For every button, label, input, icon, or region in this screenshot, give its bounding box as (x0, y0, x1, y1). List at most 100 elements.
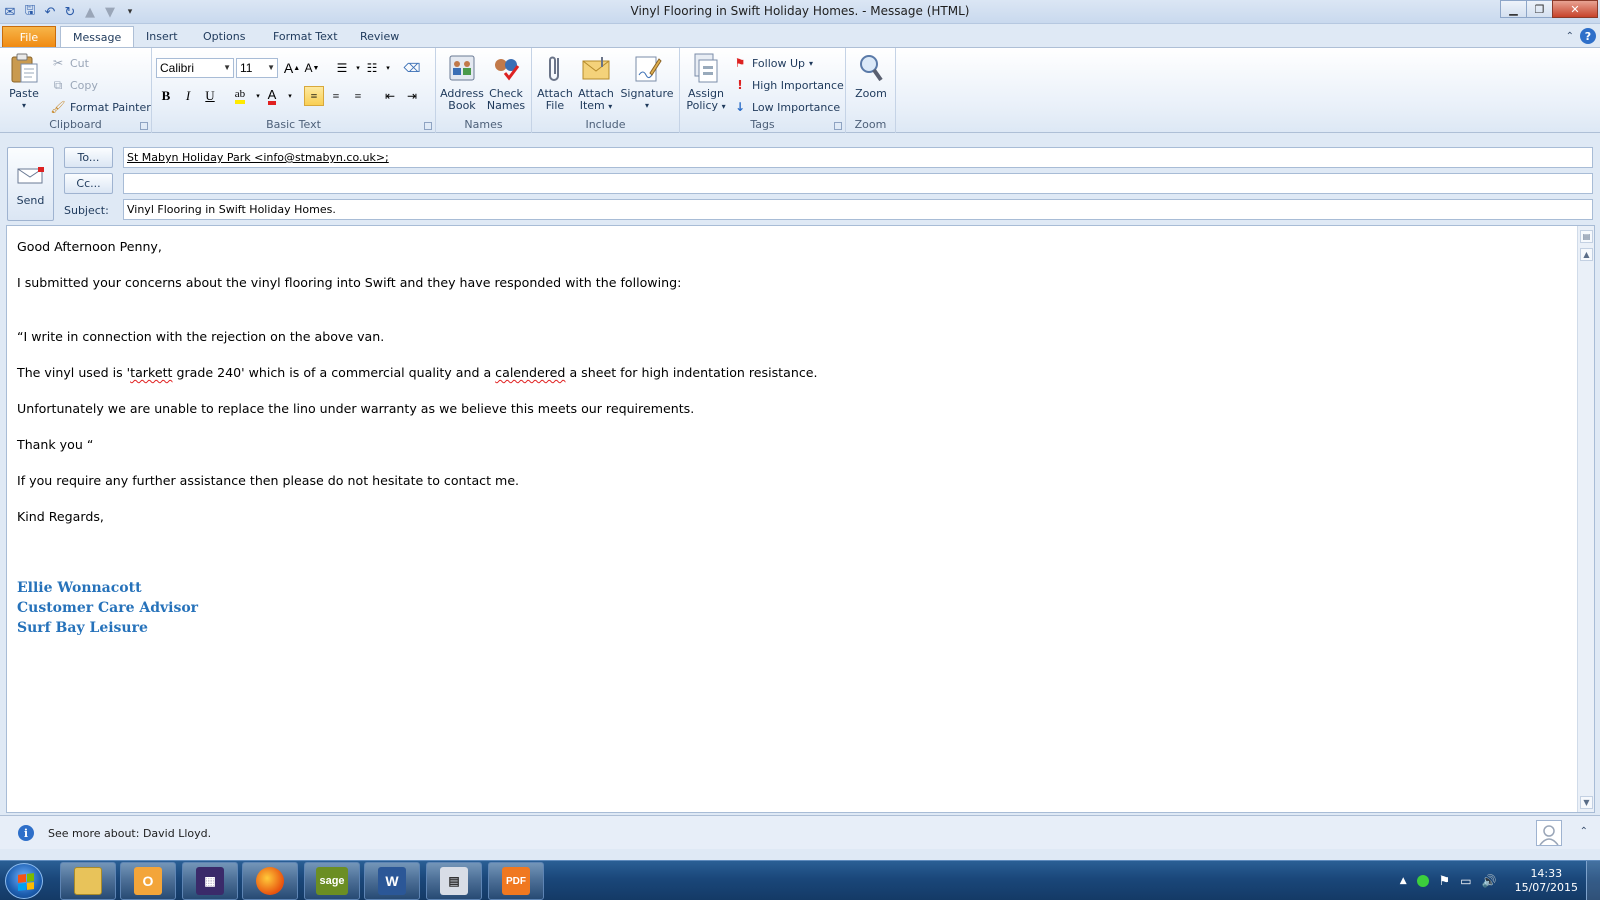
show-desktop-button[interactable] (1586, 861, 1600, 900)
tab-insert[interactable]: Insert (134, 26, 190, 48)
subject-label: Subject: (64, 204, 109, 217)
font-name-combo[interactable]: Calibri ▼ (156, 58, 234, 78)
taskbar-calendar-app[interactable]: ▦ (182, 862, 238, 900)
people-pane-text[interactable]: See more about: David Lloyd. (48, 827, 211, 840)
signature-company: Surf Bay Leisure (17, 620, 148, 636)
group-label-names: Names (464, 118, 503, 131)
help-icon[interactable]: ? (1580, 28, 1596, 44)
subject-field[interactable]: Vinyl Flooring in Swift Holiday Homes. (123, 199, 1593, 220)
to-recipient[interactable]: St Mabyn Holiday Park <info@stmabyn.co.u… (127, 151, 389, 164)
taskbar-calculator[interactable]: ▤ (426, 862, 482, 900)
send-button[interactable]: Send (7, 147, 54, 221)
chevron-down-icon[interactable]: ▾ (378, 58, 398, 78)
group-zoom: Zoom Zoom (846, 48, 896, 134)
copy-button[interactable]: ⧉ Copy (50, 76, 98, 94)
low-importance-button[interactable]: ↓ Low Importance (732, 98, 840, 116)
paragraph-1: I submitted your concerns about the viny… (17, 275, 682, 290)
format-painter-button[interactable]: 🖌 Format Painter (50, 98, 150, 116)
clear-formatting-icon[interactable]: ⌫ (402, 58, 422, 78)
group-names: Address Book Check Names Names (436, 48, 532, 134)
network-icon[interactable]: ▭ (1460, 874, 1471, 888)
exclamation-icon: ! (737, 78, 743, 92)
firefox-icon (256, 867, 284, 895)
highlight-icon[interactable]: ab (230, 86, 250, 106)
follow-up-button[interactable]: ⚑ Follow Up ▾ (732, 54, 813, 72)
zoom-button[interactable]: Zoom (850, 52, 892, 100)
misspelled-word[interactable]: calendered (495, 365, 565, 380)
cc-field[interactable] (123, 173, 1593, 194)
group-label-zoom: Zoom (854, 118, 887, 131)
font-size-combo[interactable]: 11 ▼ (236, 58, 278, 78)
window-title: Vinyl Flooring in Swift Holiday Homes. -… (630, 4, 970, 18)
avatar[interactable] (1536, 820, 1562, 846)
attach-file-button[interactable]: Attach File (536, 52, 574, 112)
shrink-font-icon[interactable]: A ▼ (302, 58, 322, 78)
attach-item-button[interactable]: Attach Item ▾ (576, 52, 616, 113)
vertical-scrollbar[interactable]: ▤ ▲ ▼ (1577, 226, 1594, 812)
status-dot-icon[interactable] (1416, 875, 1429, 887)
cut-button[interactable]: ✂ Cut (50, 54, 89, 72)
font-color-icon[interactable]: A (262, 86, 282, 106)
system-tray: ▲ ⚑ ▭ 🔊 14:33 15/07/2015 (1400, 865, 1578, 897)
check-names-button[interactable]: Check Names (484, 52, 528, 112)
tab-format-text[interactable]: Format Text (261, 26, 350, 48)
clipboard-launcher[interactable] (140, 122, 148, 130)
taskbar-file-explorer[interactable] (60, 862, 116, 900)
expand-people-pane-icon[interactable]: ⌃ (1580, 826, 1588, 837)
volume-icon[interactable]: 🔊 (1482, 874, 1497, 888)
assign-policy-button[interactable]: Assign Policy ▾ (684, 52, 728, 113)
paste-button[interactable]: Paste ▾ (6, 52, 42, 112)
clock[interactable]: 14:33 15/07/2015 (1515, 867, 1578, 895)
misspelled-word[interactable]: tarkett (130, 365, 172, 380)
tab-file[interactable]: File (2, 26, 56, 48)
taskbar-word[interactable]: W (364, 862, 420, 900)
group-label-clipboard: Clipboard (49, 118, 102, 131)
minimize-button[interactable]: ▁ (1500, 0, 1527, 18)
italic-button[interactable]: I (178, 86, 198, 106)
scroll-up-icon[interactable]: ▲ (1580, 248, 1593, 261)
start-button[interactable] (5, 863, 43, 899)
bold-button[interactable]: B (156, 86, 176, 106)
close-button[interactable]: ✕ (1552, 0, 1598, 18)
restore-button[interactable]: ❐ (1526, 0, 1553, 18)
message-body[interactable]: Good Afternoon Penny, I submitted your c… (6, 225, 1595, 813)
high-importance-button[interactable]: ! High Importance (732, 76, 844, 94)
taskbar-sage[interactable]: sage (304, 862, 360, 900)
signature-role: Customer Care Advisor (17, 600, 199, 616)
align-center-icon[interactable]: ≡ (326, 86, 346, 106)
to-field[interactable]: St Mabyn Holiday Park <info@stmabyn.co.u… (123, 147, 1593, 168)
show-hidden-icons-icon[interactable]: ▲ (1400, 876, 1407, 886)
tab-review[interactable]: Review (348, 26, 411, 48)
envelope-icon (580, 52, 612, 84)
format-painter-icon: 🖌 (50, 100, 66, 114)
paragraph-4: Unfortunately we are unable to replace t… (17, 401, 695, 416)
group-tags: Assign Policy ▾ ⚑ Follow Up ▾ ! High Import… (680, 48, 846, 134)
increase-indent-icon[interactable]: ⇥ (402, 86, 422, 106)
group-clipboard: Paste ▾ ✂ Cut ⧉ Copy 🖌 Format Painter Clipb… (0, 48, 152, 134)
basic-text-launcher[interactable] (424, 122, 432, 130)
chevron-down-icon[interactable]: ▾ (280, 86, 300, 106)
align-left-icon[interactable]: ≡ (304, 86, 324, 106)
action-center-flag-icon[interactable]: ⚑ (1439, 874, 1451, 889)
underline-button[interactable]: U (200, 86, 220, 106)
tags-launcher[interactable] (834, 122, 842, 130)
tab-options[interactable]: Options (191, 26, 257, 48)
ruler-toggle-icon[interactable]: ▤ (1580, 230, 1593, 243)
message-header: Send To... St Mabyn Holiday Park <info@s… (0, 133, 1600, 223)
taskbar-outlook[interactable]: O (120, 862, 176, 900)
cc-button[interactable]: Cc... (64, 173, 113, 194)
taskbar-firefox[interactable] (242, 862, 298, 900)
taskbar-pdf[interactable]: PDF (488, 862, 544, 900)
signature-button[interactable]: Signature ▾ (618, 52, 676, 112)
to-button[interactable]: To... (64, 147, 113, 168)
address-book-button[interactable]: Address Book (440, 52, 484, 112)
tab-message[interactable]: Message (60, 26, 135, 49)
minimize-ribbon-icon[interactable]: ⌃ (1566, 31, 1574, 42)
paste-icon (8, 52, 40, 84)
signature-name: Ellie Wonnacott (17, 580, 142, 596)
group-label-basic-text: Basic Text (266, 118, 321, 131)
grow-font-icon[interactable]: A ▲ (282, 58, 302, 78)
scroll-down-icon[interactable]: ▼ (1580, 796, 1593, 809)
decrease-indent-icon[interactable]: ⇤ (380, 86, 400, 106)
align-right-icon[interactable]: ≡ (348, 86, 368, 106)
